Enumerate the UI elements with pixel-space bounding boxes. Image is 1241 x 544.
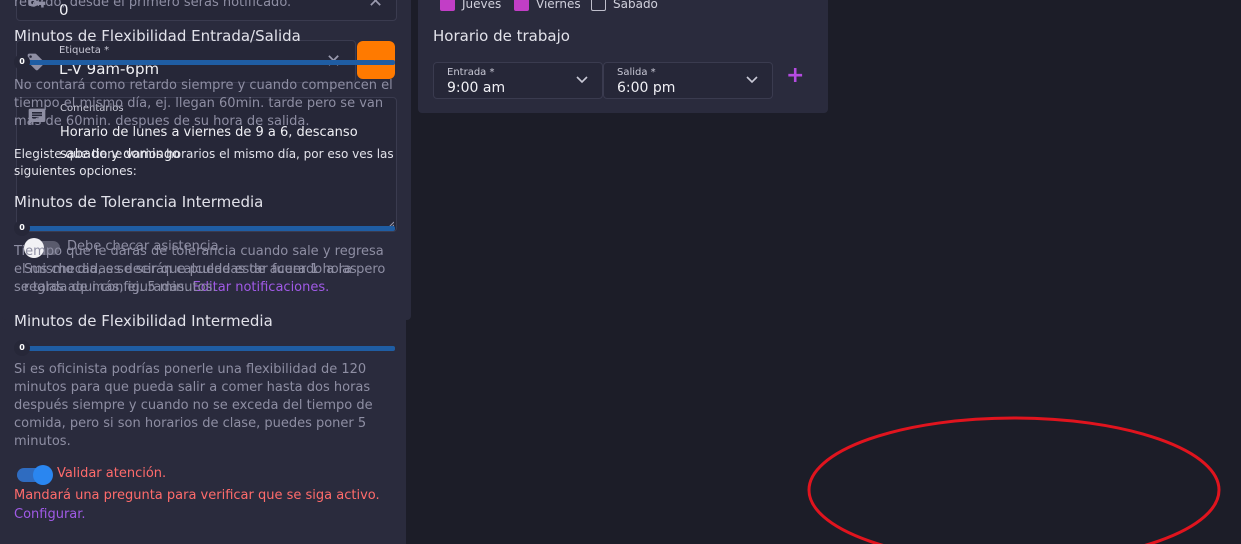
- flex-io-title: Minutos de Flexibilidad Entrada/Salida: [14, 27, 301, 45]
- validate-warning: Mandará una pregunta para verificar que …: [14, 488, 380, 503]
- tol-mid-slider-value[interactable]: 0: [14, 220, 30, 236]
- day-label-thursday: Jueves: [462, 0, 502, 11]
- top-text: retardo, desde el primero serás notifica…: [14, 0, 292, 10]
- flex-mid-slider-value[interactable]: 0: [14, 340, 30, 356]
- schedule-title: Horario de trabajo: [433, 27, 570, 45]
- flex-io-slider-value[interactable]: 0: [14, 54, 30, 70]
- flex-io-desc: No contará como retardo siempre y cuando…: [14, 78, 393, 129]
- multi-schedule-notice: Elegiste que tiene varios horarios el mi…: [14, 147, 394, 178]
- add-schedule-button[interactable]: +: [786, 63, 804, 88]
- entrada-value: 9:00 am: [447, 80, 506, 96]
- settings-panel: retardo, desde el primero serás notifica…: [0, 0, 406, 544]
- flex-mid-slider[interactable]: 0: [14, 340, 395, 356]
- configure-link[interactable]: Configurar.: [14, 507, 86, 522]
- day-checkbox-friday[interactable]: [514, 0, 529, 11]
- flex-mid-title: Minutos de Flexibilidad Intermedia: [14, 312, 273, 330]
- chevron-down-icon: [576, 76, 588, 84]
- entrada-label: Entrada *: [447, 67, 495, 78]
- day-label-saturday: Sábado: [613, 0, 658, 11]
- validate-attention-toggle[interactable]: [17, 465, 53, 485]
- salida-value: 6:00 pm: [617, 80, 676, 96]
- salida-select[interactable]: Salida * 6:00 pm: [603, 62, 773, 99]
- day-checkbox-saturday[interactable]: [591, 0, 606, 11]
- day-checkbox-thursday[interactable]: [440, 0, 455, 11]
- tol-mid-slider[interactable]: 0: [14, 220, 395, 236]
- entrada-select[interactable]: Entrada * 9:00 am: [433, 62, 603, 99]
- flex-mid-desc: Si es oficinista podrías ponerle una fle…: [14, 362, 373, 449]
- validate-attention-label: Validar atención.: [57, 466, 167, 481]
- salida-label: Salida *: [617, 67, 656, 78]
- tol-mid-desc: Tiempo que le darás de tolerancia cuando…: [14, 244, 386, 295]
- day-label-friday: Viernes: [536, 0, 581, 11]
- schedule-card: Jueves Viernes Sábado Horario de trabajo…: [418, 0, 828, 113]
- flex-io-slider[interactable]: 0: [14, 54, 395, 70]
- tol-mid-title: Minutos de Tolerancia Intermedia: [14, 193, 264, 211]
- chevron-down-icon: [746, 76, 758, 84]
